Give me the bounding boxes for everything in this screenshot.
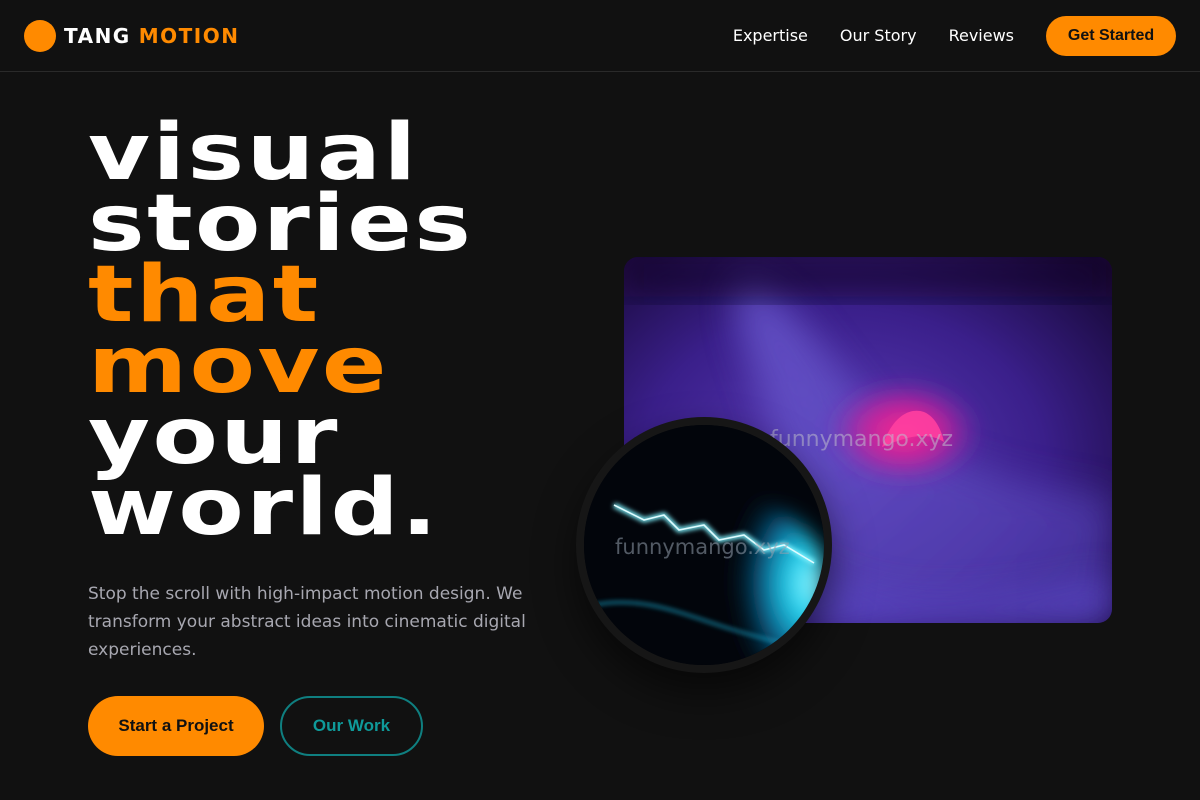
hero-headline: visual stories that move your world. — [88, 114, 473, 553]
brand-name-part1: TANG — [64, 24, 131, 48]
brand-name-part2: MOTION — [138, 24, 240, 48]
our-work-button[interactable]: Our Work — [280, 696, 423, 756]
get-started-button[interactable]: Get Started — [1046, 16, 1176, 56]
top-navbar: TANG MOTION Expertise Our Story Reviews G… — [0, 0, 1200, 72]
nav-link-reviews[interactable]: Reviews — [949, 24, 1014, 48]
cyan-lightning-artwork — [584, 425, 824, 665]
headline-line-6: world. — [88, 463, 440, 553]
lightning-circle-artwork: funnymango.xyz — [576, 417, 832, 673]
brand-logo-link[interactable]: TANG MOTION — [24, 20, 239, 52]
nav-links: Expertise Our Story Reviews — [733, 24, 1014, 48]
orange-circle-logo-icon — [24, 20, 56, 52]
brand-name: TANG MOTION — [64, 20, 239, 52]
hero-subtext: Stop the scroll with high-impact motion … — [88, 584, 526, 660]
start-project-button[interactable]: Start a Project — [88, 696, 264, 756]
nav-link-our-story[interactable]: Our Story — [840, 24, 917, 48]
landing-page: TANG MOTION Expertise Our Story Reviews G… — [0, 0, 1200, 800]
circle-artwork-inner: funnymango.xyz — [584, 425, 824, 665]
nav-link-expertise[interactable]: Expertise — [733, 24, 808, 48]
